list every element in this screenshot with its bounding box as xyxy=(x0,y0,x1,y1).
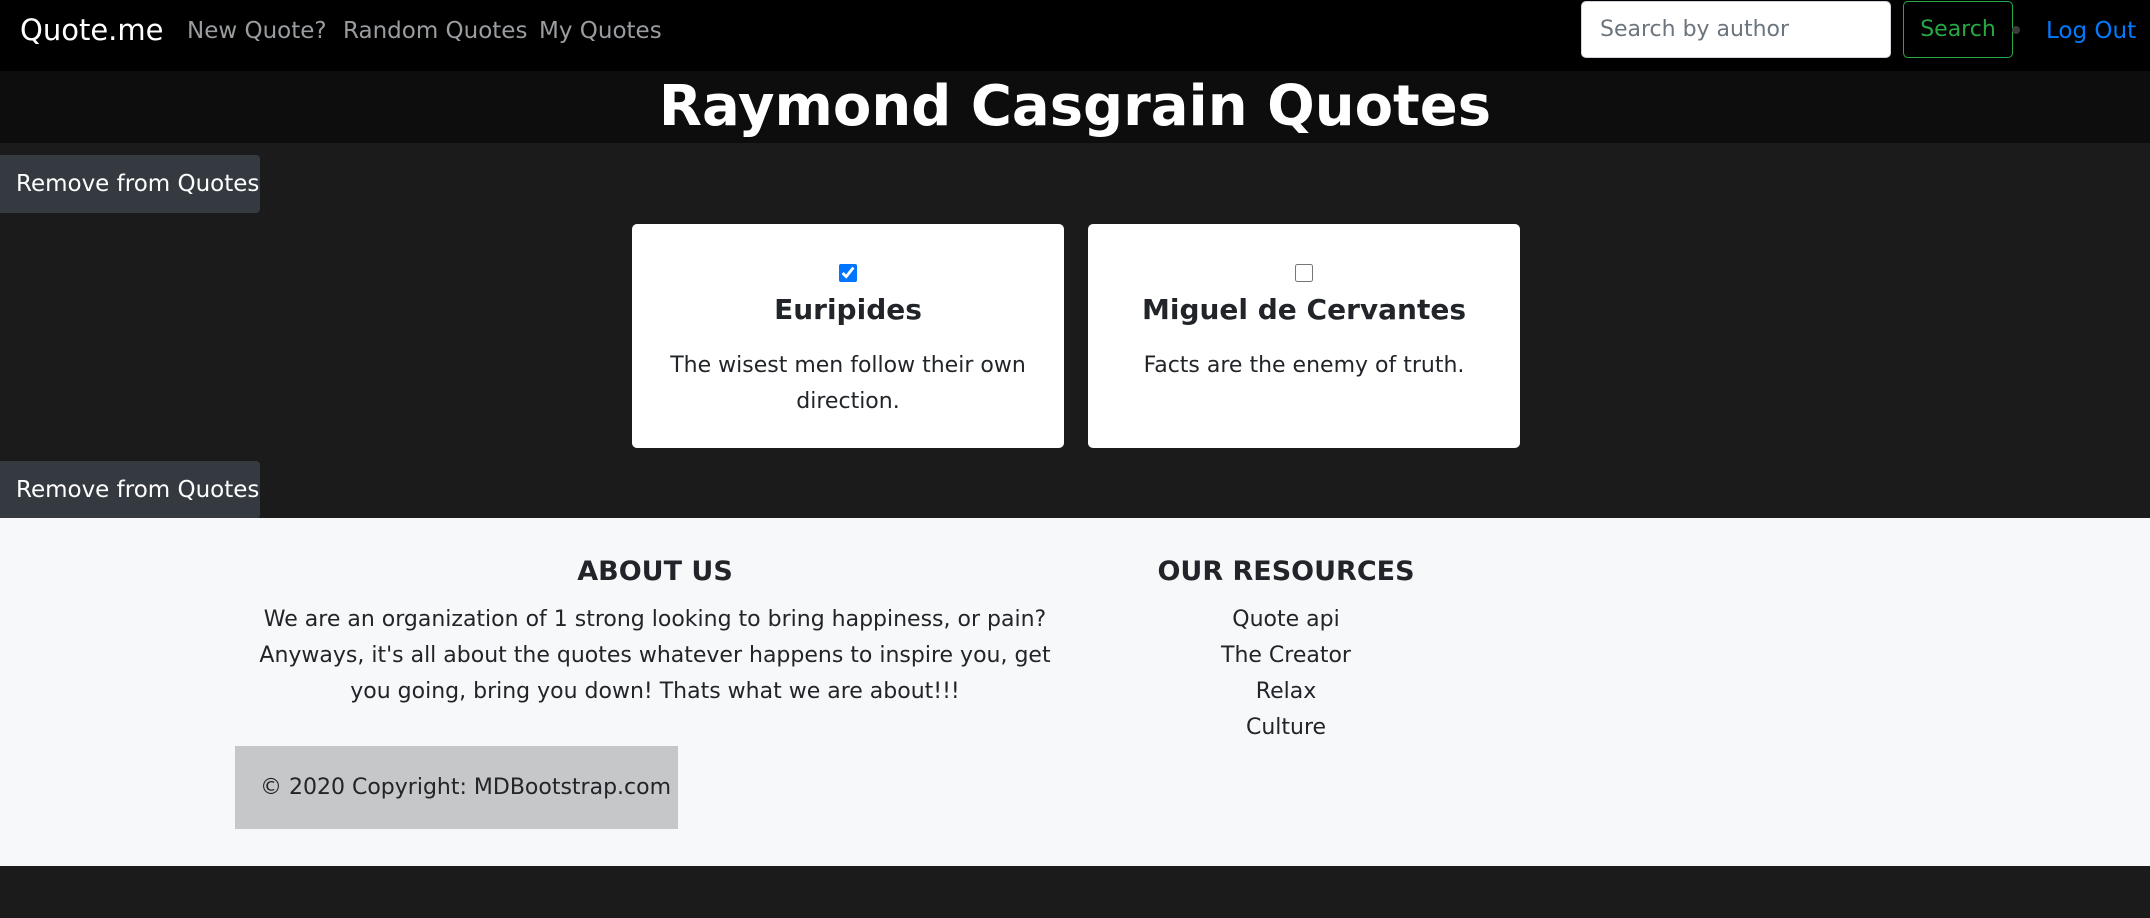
footer: ABOUT US We are an organization of 1 str… xyxy=(0,518,2150,866)
resource-link-quote-api[interactable]: Quote api xyxy=(1086,602,1486,638)
resource-link-relax[interactable]: Relax xyxy=(1086,674,1486,710)
copyright-text: © 2020 Copyright: xyxy=(260,775,474,800)
copyright-bar: © 2020 Copyright: MDBootstrap.com xyxy=(235,746,678,829)
quote-card: Euripides The wisest men follow their ow… xyxy=(632,224,1064,448)
quote-text: Facts are the enemy of truth. xyxy=(1143,353,1465,378)
page-title: Raymond Casgrain Quotes xyxy=(658,74,1492,139)
copyright-link[interactable]: MDBootstrap.com xyxy=(474,775,671,800)
nav-link-random-quotes[interactable]: Random Quotes xyxy=(343,16,527,46)
nav-link-my-quotes[interactable]: My Quotes xyxy=(539,16,662,46)
quote-author: Euripides xyxy=(774,293,922,326)
remove-from-quotes-button-top[interactable]: Remove from Quotes xyxy=(0,155,260,213)
brand-logo[interactable]: Quote.me xyxy=(20,12,163,48)
quote-select-checkbox[interactable] xyxy=(1295,264,1313,282)
resource-link-the-creator[interactable]: The Creator xyxy=(1086,638,1486,674)
about-heading: ABOUT US xyxy=(577,556,733,587)
resources-heading: OUR RESOURCES xyxy=(1157,556,1415,587)
quote-author: Miguel de Cervantes xyxy=(1141,293,1467,326)
search-button[interactable]: Search xyxy=(1903,1,2013,58)
title-band: Raymond Casgrain Quotes xyxy=(0,71,2150,143)
navbar: Quote.me New Quote? Random Quotes My Quo… xyxy=(0,0,2150,71)
about-text: We are an organization of 1 strong looki… xyxy=(259,607,1051,704)
quote-card: Miguel de Cervantes Facts are the enemy … xyxy=(1088,224,1520,448)
separator-dot-icon xyxy=(2012,26,2020,34)
remove-from-quotes-button-bottom[interactable]: Remove from Quotes xyxy=(0,461,260,519)
quote-text: The wisest men follow their own directio… xyxy=(670,353,1026,414)
nav-link-new-quote[interactable]: New Quote? xyxy=(187,16,327,46)
quote-select-checkbox[interactable] xyxy=(839,264,857,282)
bottom-strip xyxy=(0,866,2150,918)
search-input[interactable] xyxy=(1581,1,1891,58)
logout-link[interactable]: Log Out xyxy=(2046,16,2136,46)
resource-link-culture[interactable]: Culture xyxy=(1086,710,1486,746)
